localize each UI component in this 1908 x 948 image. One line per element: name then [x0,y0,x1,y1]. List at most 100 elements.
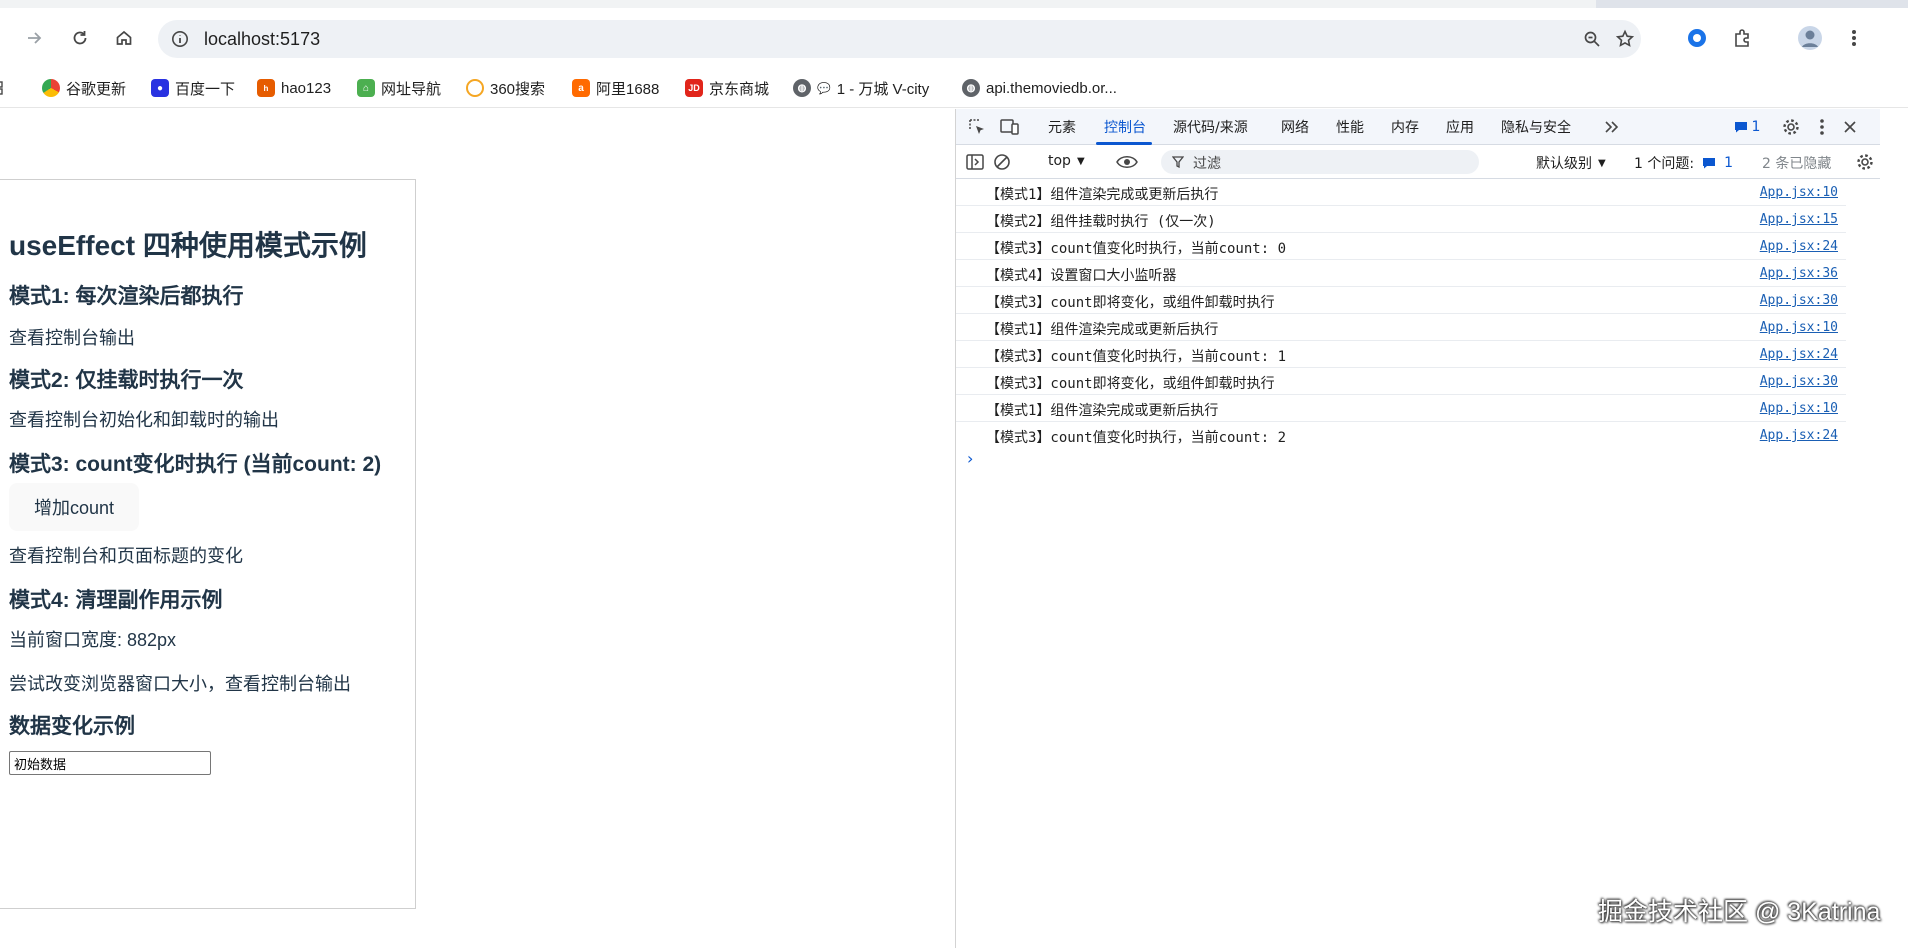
mode1-heading: 模式1: 每次渲染后都执行 [9,285,244,308]
increase-count-button[interactable]: 增加count [9,483,139,531]
log-source-link[interactable]: App.jsx:10 [1760,185,1838,200]
bookmark-item[interactable]: 谷歌更新 [42,74,126,102]
bookmark-item[interactable]: 360搜索 [466,74,545,102]
console-log-row: 【模式3】count值变化时执行，当前count: 1 App.jsx:24 [956,341,1846,368]
bookmark-item[interactable]: ◍ api.themoviedb.or... [962,74,1117,102]
globe-icon: ◍ [962,79,980,97]
extension-edge-icon[interactable] [1683,24,1711,52]
chrome-icon [42,79,60,97]
inspect-element-icon[interactable] [966,116,988,138]
extensions-puzzle-icon[interactable] [1728,24,1756,52]
tab-performance[interactable]: 性能 [1336,117,1364,137]
log-message: 【模式3】count即将变化，或组件卸载时执行 [986,295,1275,311]
reload-icon[interactable] [66,24,94,52]
log-source-link[interactable]: App.jsx:30 [1760,374,1838,389]
message-icon [1703,158,1716,169]
bookmark-item[interactable]: ● 百度一下 [151,74,235,102]
log-message: 【模式3】count即将变化，或组件卸载时执行 [986,376,1275,392]
app-container: useEffect 四种使用模式示例 模式1: 每次渲染后都执行 查看控制台输出… [0,179,416,909]
watermark: 掘金技术社区 @ 3Katrina [1598,898,1881,926]
settings-gear-icon[interactable] [1780,116,1802,138]
log-source-link[interactable]: App.jsx:36 [1760,266,1838,281]
bookmark-label: hao123 [281,79,332,97]
alibaba-icon: a [572,79,590,97]
console-settings-gear-icon[interactable] [1854,151,1876,173]
bookmark-item[interactable]: ◍ 💬 1 - 万城 V-city [793,74,929,102]
bookmark-item[interactable]: ⌂ 网址导航 [357,74,441,102]
devtools-menu-icon[interactable] [1811,116,1833,138]
close-devtools-icon[interactable] [1839,116,1861,138]
console-log-row: 【模式4】设置窗口大小监听器 App.jsx:36 [956,260,1846,287]
devtools-tabbar: 元素 控制台 源代码/来源 网络 性能 内存 应用 隐私与安全 1 [956,109,1881,145]
console-filter-input[interactable]: 过滤 [1161,150,1479,174]
console-log-row: 【模式3】count值变化时执行，当前count: 0 App.jsx:24 [956,233,1846,260]
tab-sources[interactable]: 源代码/来源 [1173,117,1248,137]
sidebar-toggle-icon[interactable] [964,151,986,173]
bookmark-item[interactable]: a 阿里1688 [572,74,659,102]
console-toolbar: top ▼ 过滤 默认级别 ▼ 1 个问题: 1 2 条已隐藏 [956,145,1881,179]
browser-menu-icon[interactable] [1840,24,1868,52]
apps-icon[interactable] [0,74,4,102]
log-message: 【模式3】count值变化时执行，当前count: 1 [986,349,1287,365]
bookmark-label: 360搜索 [490,80,546,98]
console-prompt-chevron-icon[interactable]: › [967,449,973,468]
home-icon[interactable] [110,24,138,52]
issues-text: 1 个问题: [1634,156,1695,172]
tab-strip [0,0,1908,8]
forward-icon[interactable] [20,24,48,52]
log-source-link[interactable]: App.jsx:10 [1760,320,1838,335]
filter-funnel-icon [1171,155,1185,169]
issues-count: 1 [1724,155,1733,171]
tab-privacy-security[interactable]: 隐私与安全 [1501,117,1571,137]
mode2-heading: 模式2: 仅挂载时执行一次 [9,369,244,392]
tab-network[interactable]: 网络 [1281,117,1309,137]
context-selector[interactable]: top ▼ [1048,153,1085,169]
bookmark-item[interactable]: JD 京东商城 [685,74,769,102]
page-viewport: useEffect 四种使用模式示例 模式1: 每次渲染后都执行 查看控制台输出… [0,109,955,948]
log-message: 【模式3】count值变化时执行，当前count: 0 [986,241,1287,257]
log-level-selector[interactable]: 默认级别 ▼ [1536,153,1606,173]
devtools-panel: 元素 控制台 源代码/来源 网络 性能 内存 应用 隐私与安全 1 top ▼ … [955,109,1881,948]
filter-placeholder: 过滤 [1193,156,1221,172]
tab-console[interactable]: 控制台 [1104,117,1146,137]
bookmark-label: api.themoviedb.or... [986,79,1117,97]
log-source-link[interactable]: App.jsx:24 [1760,239,1838,254]
more-tabs-icon[interactable] [1602,117,1622,137]
log-message: 【模式1】组件渲染完成或更新后执行 [986,403,1219,419]
mode4-text: 尝试改变浏览器窗口大小，查看控制台输出 [9,674,351,694]
message-icon [1734,122,1747,133]
bookmark-label: 阿里1688 [596,80,660,98]
clear-console-icon[interactable] [991,151,1013,173]
bookmark-item[interactable]: h hao123 [257,74,331,102]
data-input[interactable] [9,751,211,775]
nav-icon: ⌂ [357,79,375,97]
browser-toolbar: localhost:5173 [0,8,1908,68]
address-bar[interactable]: localhost:5173 [158,20,1641,58]
tab-application[interactable]: 应用 [1446,117,1474,137]
log-source-link[interactable]: App.jsx:15 [1760,212,1838,227]
active-tab[interactable] [0,0,1596,8]
console-log-row: 【模式1】组件渲染完成或更新后执行 App.jsx:10 [956,314,1846,341]
tab-memory[interactable]: 内存 [1391,117,1419,137]
profile-avatar[interactable] [1796,24,1824,52]
log-source-link[interactable]: App.jsx:24 [1760,428,1838,443]
device-toolbar-icon[interactable] [999,116,1021,138]
mode1-text: 查看控制台输出 [9,328,135,348]
globe-icon: ◍ [793,79,811,97]
log-source-link[interactable]: App.jsx:30 [1760,293,1838,308]
url-text: localhost:5173 [204,29,321,49]
comment-icon: 💬 [817,82,831,95]
zoom-icon[interactable] [1580,27,1604,51]
issues-badge[interactable]: 1 [1729,118,1765,136]
bookmark-star-icon[interactable] [1613,27,1637,51]
issues-counter[interactable]: 1 个问题: 1 [1634,153,1733,173]
log-message: 【模式2】组件挂载时执行 (仅一次) [986,214,1216,230]
site-info-icon[interactable] [168,27,192,51]
live-expression-eye-icon[interactable] [1114,151,1140,173]
tab-elements[interactable]: 元素 [1048,117,1076,137]
log-source-link[interactable]: App.jsx:10 [1760,401,1838,416]
log-source-link[interactable]: App.jsx:24 [1760,347,1838,362]
dropdown-arrow-icon: ▼ [1598,157,1606,169]
jd-icon: JD [685,79,703,97]
log-message: 【模式4】设置窗口大小监听器 [986,268,1177,284]
